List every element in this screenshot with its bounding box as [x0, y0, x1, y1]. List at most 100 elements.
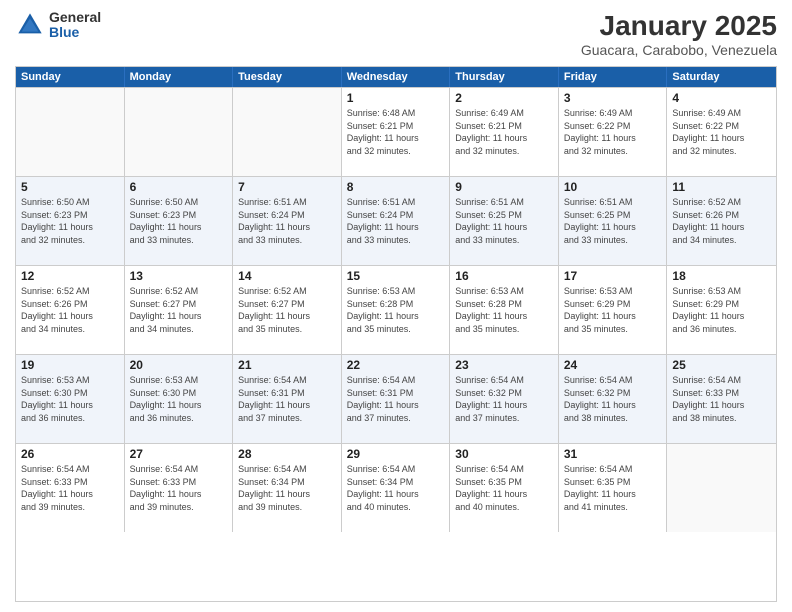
month-title: January 2025 [581, 10, 777, 42]
day-cell-4: 4 Sunrise: 6:49 AM Sunset: 6:22 PM Daylig… [667, 88, 776, 176]
day-cell-10: 10Sunrise: 6:51 AM Sunset: 6:25 PM Dayli… [559, 177, 668, 265]
day-cell-31: 31 Sunrise: 6:54 AM Sunset: 6:35 PM Dayli… [559, 444, 668, 532]
weekday-header-thursday: Thursday [450, 67, 559, 87]
day-cell-6: 6 Sunrise: 6:50 AM Sunset: 6:23 PM Daylig… [125, 177, 234, 265]
day-cell-24: 24 Sunrise: 6:54 AM Sunset: 6:32 PM Dayli… [559, 355, 668, 443]
day-info: Sunrise: 6:51 AM Sunset: 6:24 PM Dayligh… [238, 196, 336, 246]
day-info: Sunrise: 6:49 AM Sunset: 6:21 PM Dayligh… [455, 107, 553, 157]
calendar-week-0: 1 Sunrise: 6:48 AM Sunset: 6:21 PM Daylig… [16, 87, 776, 176]
title-block: January 2025 Guacara, Carabobo, Venezuel… [581, 10, 777, 58]
day-info: Sunrise: 6:49 AM Sunset: 6:22 PM Dayligh… [564, 107, 662, 157]
day-number: 25 [672, 358, 771, 372]
day-number: 18 [672, 269, 771, 283]
day-info: Sunrise: 6:54 AM Sunset: 6:32 PM Dayligh… [564, 374, 662, 424]
day-info: Sunrise: 6:54 AM Sunset: 6:31 PM Dayligh… [347, 374, 445, 424]
day-info: Sunrise: 6:54 AM Sunset: 6:31 PM Dayligh… [238, 374, 336, 424]
day-info: Sunrise: 6:51 AM Sunset: 6:25 PM Dayligh… [564, 196, 662, 246]
day-cell-empty [233, 88, 342, 176]
day-number: 31 [564, 447, 662, 461]
day-info: Sunrise: 6:54 AM Sunset: 6:33 PM Dayligh… [672, 374, 771, 424]
day-number: 16 [455, 269, 553, 283]
day-info: Sunrise: 6:53 AM Sunset: 6:29 PM Dayligh… [672, 285, 771, 335]
day-number: 21 [238, 358, 336, 372]
day-info: Sunrise: 6:53 AM Sunset: 6:29 PM Dayligh… [564, 285, 662, 335]
day-number: 17 [564, 269, 662, 283]
day-cell-29: 29 Sunrise: 6:54 AM Sunset: 6:34 PM Dayli… [342, 444, 451, 532]
day-number: 24 [564, 358, 662, 372]
day-cell-26: 26 Sunrise: 6:54 AM Sunset: 6:33 PM Dayli… [16, 444, 125, 532]
day-number: 26 [21, 447, 119, 461]
day-info: Sunrise: 6:54 AM Sunset: 6:34 PM Dayligh… [347, 463, 445, 513]
day-number: 11 [672, 180, 771, 194]
day-number: 12 [21, 269, 119, 283]
day-number: 1 [347, 91, 445, 105]
day-number: 13 [130, 269, 228, 283]
day-number: 14 [238, 269, 336, 283]
logo-general-text: General [49, 10, 101, 25]
day-cell-25: 25 Sunrise: 6:54 AM Sunset: 6:33 PM Dayli… [667, 355, 776, 443]
day-number: 20 [130, 358, 228, 372]
day-cell-8: 8 Sunrise: 6:51 AM Sunset: 6:24 PM Daylig… [342, 177, 451, 265]
weekday-header-tuesday: Tuesday [233, 67, 342, 87]
day-number: 9 [455, 180, 553, 194]
day-number: 8 [347, 180, 445, 194]
day-cell-9: 9 Sunrise: 6:51 AM Sunset: 6:25 PM Daylig… [450, 177, 559, 265]
weekday-header-wednesday: Wednesday [342, 67, 451, 87]
day-info: Sunrise: 6:53 AM Sunset: 6:28 PM Dayligh… [455, 285, 553, 335]
calendar-week-1: 5Sunrise: 6:50 AM Sunset: 6:23 PM Daylig… [16, 176, 776, 265]
day-info: Sunrise: 6:49 AM Sunset: 6:22 PM Dayligh… [672, 107, 771, 157]
day-number: 22 [347, 358, 445, 372]
day-cell-empty [16, 88, 125, 176]
day-number: 23 [455, 358, 553, 372]
day-info: Sunrise: 6:51 AM Sunset: 6:25 PM Dayligh… [455, 196, 553, 246]
logo-text: General Blue [49, 10, 101, 41]
day-info: Sunrise: 6:54 AM Sunset: 6:35 PM Dayligh… [564, 463, 662, 513]
weekday-header-sunday: Sunday [16, 67, 125, 87]
day-cell-14: 14 Sunrise: 6:52 AM Sunset: 6:27 PM Dayli… [233, 266, 342, 354]
day-info: Sunrise: 6:54 AM Sunset: 6:35 PM Dayligh… [455, 463, 553, 513]
day-info: Sunrise: 6:54 AM Sunset: 6:34 PM Dayligh… [238, 463, 336, 513]
day-cell-17: 17 Sunrise: 6:53 AM Sunset: 6:29 PM Dayli… [559, 266, 668, 354]
day-info: Sunrise: 6:54 AM Sunset: 6:33 PM Dayligh… [21, 463, 119, 513]
day-number: 4 [672, 91, 771, 105]
calendar-week-3: 19Sunrise: 6:53 AM Sunset: 6:30 PM Dayli… [16, 354, 776, 443]
weekday-header-monday: Monday [125, 67, 234, 87]
calendar-week-2: 12 Sunrise: 6:52 AM Sunset: 6:26 PM Dayli… [16, 265, 776, 354]
day-cell-7: 7 Sunrise: 6:51 AM Sunset: 6:24 PM Daylig… [233, 177, 342, 265]
day-cell-12: 12 Sunrise: 6:52 AM Sunset: 6:26 PM Dayli… [16, 266, 125, 354]
day-cell-18: 18 Sunrise: 6:53 AM Sunset: 6:29 PM Dayli… [667, 266, 776, 354]
day-info: Sunrise: 6:52 AM Sunset: 6:26 PM Dayligh… [672, 196, 771, 246]
day-cell-empty [667, 444, 776, 532]
day-info: Sunrise: 6:54 AM Sunset: 6:33 PM Dayligh… [130, 463, 228, 513]
day-cell-empty [125, 88, 234, 176]
day-info: Sunrise: 6:52 AM Sunset: 6:26 PM Dayligh… [21, 285, 119, 335]
day-info: Sunrise: 6:51 AM Sunset: 6:24 PM Dayligh… [347, 196, 445, 246]
day-cell-1: 1 Sunrise: 6:48 AM Sunset: 6:21 PM Daylig… [342, 88, 451, 176]
day-number: 19 [21, 358, 119, 372]
day-info: Sunrise: 6:52 AM Sunset: 6:27 PM Dayligh… [238, 285, 336, 335]
day-cell-28: 28Sunrise: 6:54 AM Sunset: 6:34 PM Dayli… [233, 444, 342, 532]
day-info: Sunrise: 6:52 AM Sunset: 6:27 PM Dayligh… [130, 285, 228, 335]
calendar-header: SundayMondayTuesdayWednesdayThursdayFrid… [16, 67, 776, 87]
day-cell-3: 3 Sunrise: 6:49 AM Sunset: 6:22 PM Daylig… [559, 88, 668, 176]
day-number: 30 [455, 447, 553, 461]
day-info: Sunrise: 6:50 AM Sunset: 6:23 PM Dayligh… [21, 196, 119, 246]
day-cell-27: 27 Sunrise: 6:54 AM Sunset: 6:33 PM Dayli… [125, 444, 234, 532]
day-cell-16: 16 Sunrise: 6:53 AM Sunset: 6:28 PM Dayli… [450, 266, 559, 354]
day-number: 29 [347, 447, 445, 461]
day-number: 27 [130, 447, 228, 461]
day-info: Sunrise: 6:50 AM Sunset: 6:23 PM Dayligh… [130, 196, 228, 246]
logo-blue-text: Blue [49, 25, 101, 40]
day-info: Sunrise: 6:53 AM Sunset: 6:28 PM Dayligh… [347, 285, 445, 335]
logo: General Blue [15, 10, 101, 41]
day-cell-2: 2Sunrise: 6:49 AM Sunset: 6:21 PM Daylig… [450, 88, 559, 176]
day-number: 3 [564, 91, 662, 105]
day-cell-11: 11 Sunrise: 6:52 AM Sunset: 6:26 PM Dayli… [667, 177, 776, 265]
day-info: Sunrise: 6:54 AM Sunset: 6:32 PM Dayligh… [455, 374, 553, 424]
day-number: 6 [130, 180, 228, 194]
day-number: 7 [238, 180, 336, 194]
day-cell-13: 13 Sunrise: 6:52 AM Sunset: 6:27 PM Dayli… [125, 266, 234, 354]
day-info: Sunrise: 6:48 AM Sunset: 6:21 PM Dayligh… [347, 107, 445, 157]
location: Guacara, Carabobo, Venezuela [581, 42, 777, 58]
logo-icon [15, 10, 45, 40]
